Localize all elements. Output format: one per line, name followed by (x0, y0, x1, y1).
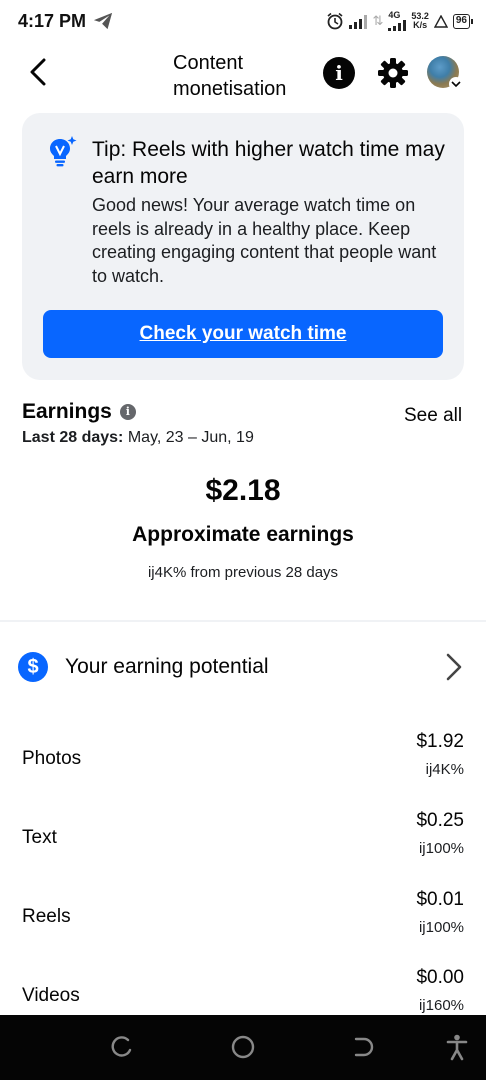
earning-potential-label: Your earning potential (65, 655, 269, 678)
see-all-link[interactable]: See all (404, 405, 462, 427)
breakdown-value: $0.25 (416, 810, 464, 831)
breakdown-delta: ij4K% (425, 761, 464, 778)
breakdown-row-videos: Videos $0.00 ij160% (0, 967, 486, 1015)
earnings-header: Earnings i (22, 400, 136, 424)
breakdown-value: $0.00 (416, 967, 464, 988)
signal-icon-2 (388, 20, 407, 31)
data-arrows-icon: ⇅ (372, 13, 384, 28)
breakdown-row-text: Text $0.25 ij100% (0, 810, 486, 888)
back-chevron-icon (30, 58, 46, 86)
status-bar: 4:17 PM ⇅ 4G 53.2 K/s 96 (0, 0, 486, 42)
breakdown-label: Reels (22, 906, 71, 927)
network-type: 4G (388, 10, 401, 20)
network-speed: 53.2 K/s (411, 11, 429, 30)
breakdown-label: Photos (22, 748, 82, 769)
earning-potential-row[interactable]: $ Your earning potential (0, 635, 486, 697)
accessibility-icon[interactable] (443, 1033, 471, 1061)
breakdown-value: $1.92 (416, 731, 464, 752)
earnings-title: Earnings (22, 400, 112, 423)
chevron-down-icon (449, 77, 463, 91)
period-range: May, 23 – Jun, 19 (127, 429, 254, 446)
system-nav-bar (0, 1015, 486, 1080)
tip-card: Tip: Reels with higher watch time may ea… (22, 113, 464, 380)
lightbulb-sparkle-icon (50, 136, 77, 167)
tip-title: Tip: Reels with higher watch time may ea… (92, 138, 445, 188)
breakdown-delta: ij100% (418, 840, 464, 857)
chevron-right-icon (446, 653, 462, 681)
status-indicators: ⇅ 4G 53.2 K/s 96 (326, 8, 474, 34)
tip-body: Good news! Your average watch time on re… (92, 195, 437, 286)
breakdown-row-reels: Reels $0.01 ij100% (0, 889, 486, 967)
back-button[interactable] (22, 54, 54, 90)
gear-icon[interactable] (377, 57, 409, 89)
earnings-period: Last 28 days: May, 23 – Jun, 19 (22, 429, 254, 447)
breakdown-value: $0.01 (416, 889, 464, 910)
earnings-info-icon[interactable]: i (119, 404, 136, 420)
recents-icon[interactable] (108, 1033, 136, 1061)
section-divider (0, 620, 486, 622)
signal-icon (349, 13, 368, 29)
earnings-change: ij4K% from previous 28 days (147, 564, 339, 581)
breakdown-delta: ij160% (418, 997, 464, 1014)
breakdown-delta: ij100% (418, 919, 464, 936)
earnings-amount-label: Approximate earnings (132, 523, 354, 546)
header: Content monetisation i (0, 42, 486, 110)
breakdown-row-photos: Photos $1.92 ij4K% (0, 731, 486, 809)
page-title: Content monetisation (173, 52, 287, 100)
check-watch-time-button[interactable]: Check your watch time (43, 310, 443, 358)
earnings-amount: $2.18 (205, 474, 281, 507)
check-watch-time-label: Check your watch time (139, 323, 347, 344)
alarm-icon (327, 12, 343, 30)
dollar-icon: $ (18, 652, 48, 682)
breakdown-label: Text (22, 827, 57, 848)
back-icon[interactable] (350, 1033, 378, 1061)
telegram-icon (93, 12, 113, 30)
battery-icon: 96 (452, 13, 474, 29)
warning-icon (433, 14, 448, 28)
status-time: 4:17 PM (18, 11, 87, 31)
breakdown-label: Videos (22, 985, 80, 1006)
profile-switcher[interactable] (427, 56, 463, 91)
info-icon[interactable]: i (323, 57, 355, 89)
home-icon[interactable] (229, 1033, 257, 1061)
period-label: Last 28 days: (22, 429, 124, 446)
